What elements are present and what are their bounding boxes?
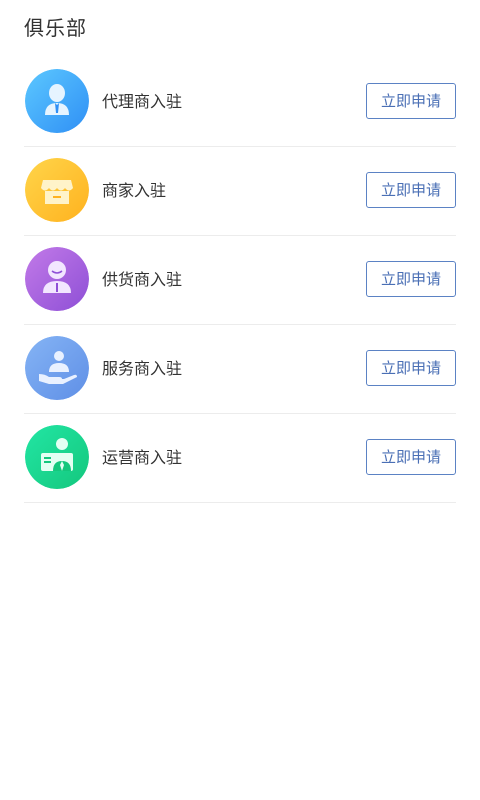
list-item-label: 服务商入驻 bbox=[102, 359, 183, 378]
apply-button-operator[interactable]: 立即申请 bbox=[366, 439, 456, 475]
list-item-label: 代理商入驻 bbox=[102, 92, 183, 111]
club-list: 代理商入驻 立即申请 商家入驻 立即申请 供货商入驻 立即申请 服务商入驻 立即… bbox=[24, 58, 456, 503]
apply-button-supplier[interactable]: 立即申请 bbox=[366, 261, 456, 297]
page-title: 俱乐部 bbox=[24, 16, 87, 40]
shop-icon bbox=[25, 158, 89, 222]
list-item-agent: 代理商入驻 立即申请 bbox=[24, 58, 456, 147]
apply-button-agent[interactable]: 立即申请 bbox=[366, 83, 456, 119]
agent-icon bbox=[25, 69, 89, 133]
list-item-label: 供货商入驻 bbox=[102, 270, 183, 289]
list-item-shop: 商家入驻 立即申请 bbox=[24, 147, 456, 236]
list-item-service: 服务商入驻 立即申请 bbox=[24, 325, 456, 414]
service-icon bbox=[25, 336, 89, 400]
list-item-label: 运营商入驻 bbox=[102, 448, 183, 467]
list-item-operator: 运营商入驻 立即申请 bbox=[24, 414, 456, 503]
supplier-icon bbox=[25, 247, 89, 311]
list-item-label: 商家入驻 bbox=[102, 181, 167, 200]
list-item-supplier: 供货商入驻 立即申请 bbox=[24, 236, 456, 325]
apply-button-service[interactable]: 立即申请 bbox=[366, 350, 456, 386]
operator-icon bbox=[25, 425, 89, 489]
apply-button-shop[interactable]: 立即申请 bbox=[366, 172, 456, 208]
